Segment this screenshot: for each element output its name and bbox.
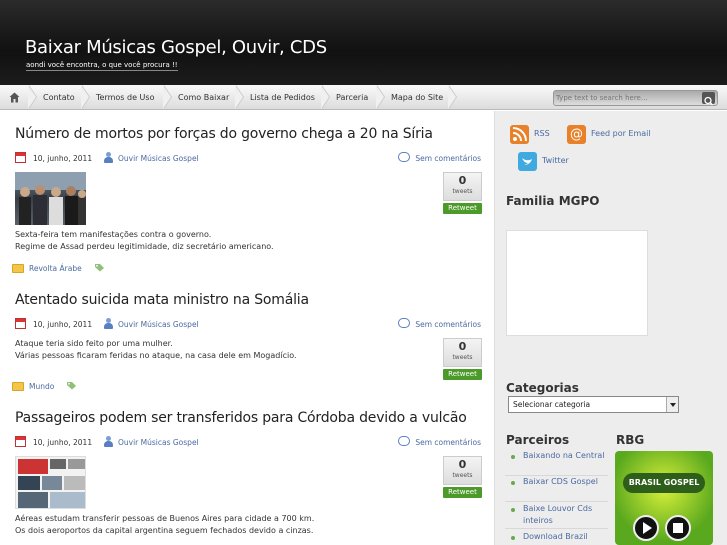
post-title[interactable]: Número de mortos por forças do governo c… (15, 126, 433, 142)
nav-separator (376, 85, 389, 110)
user-icon (103, 318, 114, 329)
partner-link[interactable]: Baixar CDS Gospel (523, 476, 605, 488)
post-author[interactable]: Ouvir Músicas Gospel (118, 438, 199, 447)
tweet-counter: 0 tweets (443, 338, 482, 367)
calendar-icon (15, 436, 26, 447)
folder-icon (12, 382, 24, 391)
tag-icon (67, 382, 76, 390)
rbg-radio-widget[interactable]: BRASIL GOSPEL (615, 451, 713, 545)
rbg-logo: BRASIL GOSPEL (623, 473, 705, 493)
stop-icon[interactable] (665, 515, 691, 541)
retweet-button[interactable]: Retweet (443, 369, 482, 380)
post-excerpt: Sexta-feira tem manifestações contra o g… (15, 230, 274, 251)
feed-email-link[interactable]: Feed por Email (591, 129, 651, 138)
list-bullet (511, 481, 515, 485)
post-categories: Mundo (12, 381, 112, 393)
category-link[interactable]: Revolta Árabe (29, 264, 82, 273)
partner-link[interactable]: Download Brazil (523, 531, 605, 543)
news-collage (18, 459, 85, 508)
tag-icon (95, 264, 104, 272)
comment-icon (398, 436, 410, 446)
post-excerpt: Ataque teria sido feito por uma mulher. … (15, 339, 297, 360)
rss-link[interactable]: RSS (534, 129, 550, 138)
post-author[interactable]: Ouvir Músicas Gospel (118, 154, 199, 163)
site-description: aondi você encontra, o que você procura … (26, 61, 178, 71)
post-date: 10, junho, 2011 (33, 438, 93, 447)
post-comments-link[interactable]: Sem comentários (415, 320, 481, 329)
post-date: 10, junho, 2011 (33, 154, 93, 163)
post-title[interactable]: Passageiros podem ser transferidos para … (15, 410, 467, 426)
post-excerpt: Aéreas estudam transferir pessoas de Bue… (15, 514, 315, 535)
post-comments-link[interactable]: Sem comentários (415, 438, 481, 447)
post-thumbnail[interactable] (15, 172, 86, 225)
partner-link[interactable]: Baixando na Central (523, 450, 605, 462)
divider (505, 501, 608, 502)
play-icon[interactable] (633, 515, 659, 541)
nav-item-como-baixar[interactable]: Como Baixar (178, 85, 229, 110)
nav-separator (235, 85, 248, 110)
post-date: 10, junho, 2011 (33, 320, 93, 329)
user-icon (103, 436, 114, 447)
tweet-counter: 0 tweets (443, 172, 482, 201)
nav-separator (321, 85, 334, 110)
post-title[interactable]: Atentado suicida mata ministro na Somáli… (15, 292, 309, 308)
post-meta: 10, junho, 2011 Ouvir Músicas Gospel Sem… (15, 435, 481, 449)
twitter-link[interactable]: Twitter (542, 156, 569, 165)
home-icon[interactable] (9, 92, 20, 103)
partner-link[interactable]: Baixe Louvor Cds inteiros (523, 503, 605, 527)
nav-item-termos[interactable]: Termos de Uso (96, 85, 154, 110)
nav-separator (28, 85, 41, 110)
content: Número de mortos por forças do governo c… (0, 111, 493, 545)
nav-separator (448, 85, 461, 110)
nav-item-parceria[interactable]: Parceria (336, 85, 368, 110)
post-meta: 10, junho, 2011 Ouvir Músicas Gospel Sem… (15, 317, 481, 331)
user-icon (103, 152, 114, 163)
tweet-counter: 0 tweets (443, 456, 482, 485)
search-icon (704, 96, 714, 106)
nav-item-contato[interactable]: Contato (43, 85, 75, 110)
divider (505, 528, 608, 529)
list-bullet (511, 455, 515, 459)
nav-item-mapa[interactable]: Mapa do Site (391, 85, 443, 110)
search-box (553, 90, 718, 106)
rss-icon[interactable] (510, 125, 529, 144)
nav-separator (163, 85, 176, 110)
familia-title: Familia MGPO (506, 194, 600, 208)
post-meta: 10, junho, 2011 Ouvir Músicas Gospel Sem… (15, 151, 481, 165)
parceiros-title: Parceiros (506, 433, 570, 447)
email-icon[interactable]: @ (567, 125, 586, 144)
nav-item-pedidos[interactable]: Lista de Pedidos (250, 85, 315, 110)
site-header: Baixar Músicas Gospel, Ouvir, CDS aondi … (0, 0, 727, 85)
chevron-down-icon (666, 397, 678, 412)
search-input[interactable] (556, 92, 696, 104)
search-button[interactable] (702, 92, 715, 106)
rbg-title: RBG (616, 433, 645, 447)
post-thumbnail[interactable] (15, 456, 86, 509)
category-select[interactable]: Selecionar categoria (508, 396, 679, 413)
list-bullet (511, 536, 515, 540)
retweet-button[interactable]: Retweet (443, 487, 482, 498)
twitter-icon[interactable] (518, 152, 537, 171)
comment-icon (398, 152, 410, 162)
sidebar: RSS @ Feed por Email Twitter Familia MGP… (494, 111, 727, 545)
site-title[interactable]: Baixar Músicas Gospel, Ouvir, CDS (25, 37, 327, 58)
comment-icon (398, 318, 410, 328)
calendar-icon (15, 152, 26, 163)
familia-widget (506, 230, 648, 336)
categorias-title: Categorias (506, 381, 579, 395)
list-bullet (511, 508, 515, 512)
nav-separator (81, 85, 94, 110)
post-comments-link[interactable]: Sem comentários (415, 154, 481, 163)
category-link[interactable]: Mundo (29, 382, 54, 391)
post-categories: Revolta Árabe (12, 263, 132, 275)
folder-icon (12, 264, 24, 273)
calendar-icon (15, 318, 26, 329)
post-author[interactable]: Ouvir Músicas Gospel (118, 320, 199, 329)
protest-photo (15, 172, 86, 225)
retweet-button[interactable]: Retweet (443, 203, 482, 214)
